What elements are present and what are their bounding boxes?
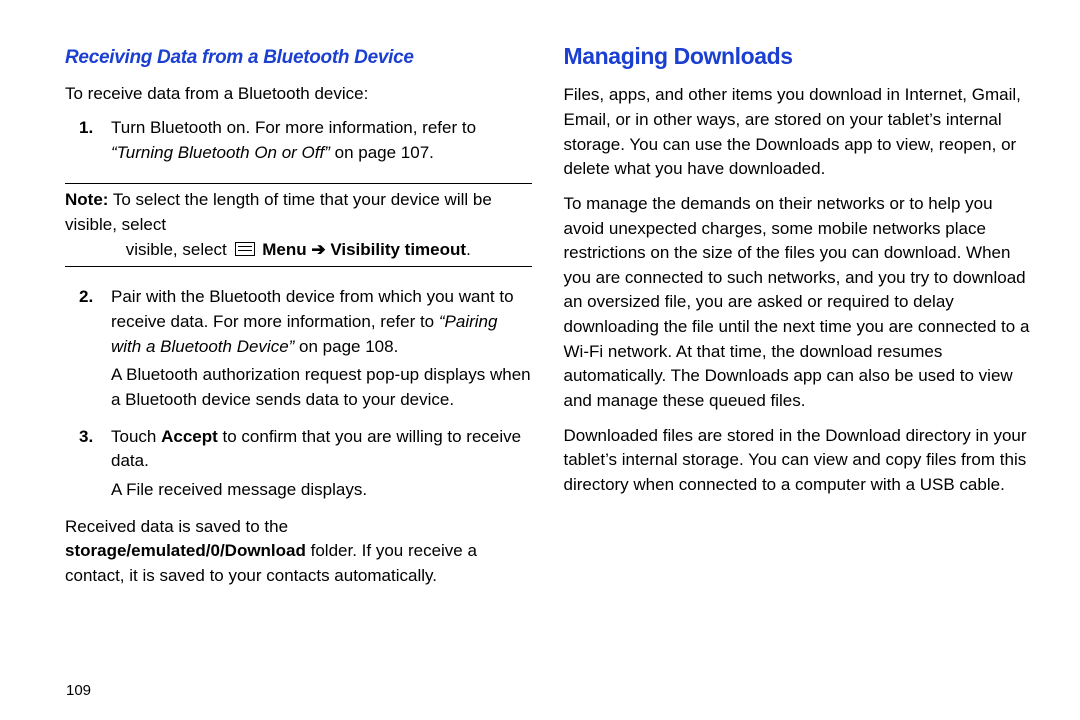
step-subtext: A Bluetooth authorization request pop-up… bbox=[111, 363, 532, 412]
arrow-icon: ➔ bbox=[307, 240, 331, 259]
step-text: Turn Bluetooth on. For more information,… bbox=[111, 118, 476, 137]
step-number: 3. bbox=[79, 425, 93, 450]
step-1: 1. Turn Bluetooth on. For more informati… bbox=[111, 116, 532, 165]
storage-path: storage/emulated/0/Download bbox=[65, 541, 306, 560]
step-text-cont: on page 107. bbox=[330, 143, 434, 162]
page-number: 109 bbox=[66, 680, 91, 702]
step-text: Touch bbox=[111, 427, 161, 446]
menu-label: Menu bbox=[262, 240, 306, 259]
note-text2: visible, select bbox=[126, 240, 232, 259]
footer-paragraph: Received data is saved to the storage/em… bbox=[65, 515, 532, 589]
step-subtext: A File received message displays. bbox=[111, 478, 532, 503]
menu-icon bbox=[235, 242, 255, 256]
step-text-cont: on page 108. bbox=[294, 337, 398, 356]
paragraph: To manage the demands on their networks … bbox=[564, 192, 1031, 414]
cross-ref: “Turning Bluetooth On or Off” bbox=[111, 143, 330, 162]
left-column: Receiving Data from a Bluetooth Device T… bbox=[30, 40, 544, 710]
section-heading: Managing Downloads bbox=[564, 40, 1031, 73]
paragraph: Downloaded files are stored in the Downl… bbox=[564, 424, 1031, 498]
step-number: 1. bbox=[79, 116, 93, 141]
accept-label: Accept bbox=[161, 427, 218, 446]
step-3: 3. Touch Accept to confirm that you are … bbox=[111, 425, 532, 503]
step-list-top: 1. Turn Bluetooth on. For more informati… bbox=[65, 116, 532, 165]
note-end: . bbox=[466, 240, 471, 259]
paragraph: Files, apps, and other items you downloa… bbox=[564, 83, 1031, 182]
manual-page: Receiving Data from a Bluetooth Device T… bbox=[0, 0, 1080, 720]
step-number: 2. bbox=[79, 285, 93, 310]
footer-text: Received data is saved to the bbox=[65, 517, 288, 536]
note-text: To select the length of time that your d… bbox=[65, 190, 492, 234]
note-label: Note: bbox=[65, 190, 108, 209]
step-list-bottom: 2. Pair with the Bluetooth device from w… bbox=[65, 285, 532, 502]
step-2: 2. Pair with the Bluetooth device from w… bbox=[111, 285, 532, 412]
visibility-timeout-label: Visibility timeout bbox=[330, 240, 466, 259]
intro-text: To receive data from a Bluetooth device: bbox=[65, 82, 532, 107]
right-column: Managing Downloads Files, apps, and othe… bbox=[544, 40, 1051, 710]
subsection-heading: Receiving Data from a Bluetooth Device bbox=[65, 44, 532, 72]
note-block: Note: To select the length of time that … bbox=[65, 183, 532, 267]
